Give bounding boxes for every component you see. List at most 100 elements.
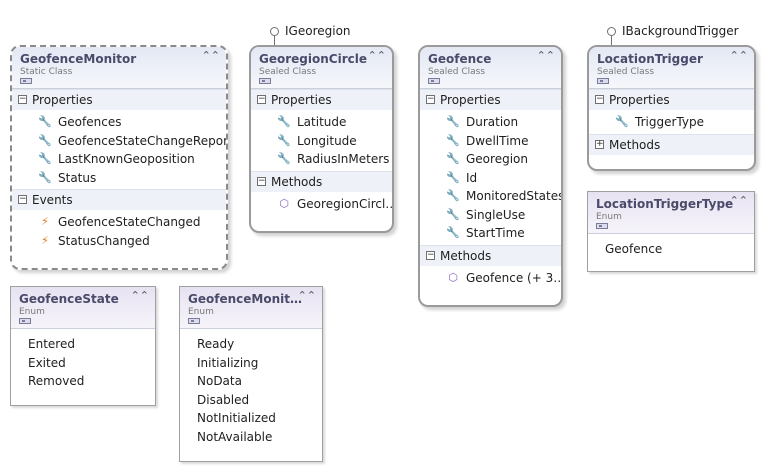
collapse-icon[interactable]: ⌃⌃ bbox=[537, 50, 555, 61]
property-name: Longitude bbox=[297, 133, 357, 148]
methods-section[interactable]: − Methods bbox=[251, 170, 392, 192]
enum-values: Geofence bbox=[588, 234, 754, 265]
enum-value[interactable]: NotAvailable bbox=[180, 428, 322, 447]
property-item[interactable]: 🔧 Georegion bbox=[420, 150, 561, 169]
collapse-icon[interactable]: ⌃⌃ bbox=[298, 290, 316, 301]
collapse-icon[interactable]: ⌃⌃ bbox=[202, 50, 220, 61]
enum-value[interactable]: NoData bbox=[180, 372, 322, 391]
property-item[interactable]: 🔧 LastKnownGeoposition bbox=[12, 150, 226, 169]
section-label: Properties bbox=[32, 93, 93, 107]
collapse-icon[interactable]: ⌃⌃ bbox=[730, 195, 748, 206]
wrench-icon: 🔧 bbox=[446, 207, 460, 221]
geofence-shape[interactable]: Geofence Sealed Class ⌃⌃ − Properties 🔧 D… bbox=[418, 45, 563, 307]
event-item[interactable]: ⚡ StatusChanged bbox=[12, 232, 226, 251]
property-item[interactable]: 🔧 StartTime bbox=[420, 224, 561, 243]
property-item[interactable]: 🔧 Id bbox=[420, 169, 561, 188]
properties-section[interactable]: − Properties bbox=[420, 89, 561, 110]
collapse-toggle-icon[interactable]: − bbox=[426, 95, 435, 104]
properties-section[interactable]: − Properties bbox=[251, 89, 392, 110]
expand-toggle-icon[interactable]: + bbox=[595, 139, 604, 149]
wrench-icon: 🔧 bbox=[446, 226, 460, 239]
enum-value[interactable]: Entered bbox=[11, 335, 155, 354]
method-item[interactable]: ⬡ GeoregionCircl… bbox=[251, 195, 392, 214]
property-item[interactable]: 🔧 RadiusInMeters bbox=[251, 150, 392, 169]
events-section[interactable]: − Events bbox=[12, 189, 226, 210]
class-icon bbox=[597, 78, 609, 84]
geofence-monitor-shape[interactable]: GeofenceMonitor Static Class ⌃⌃ − Proper… bbox=[10, 45, 228, 270]
properties-section[interactable]: − Properties bbox=[589, 89, 754, 110]
enum-value[interactable]: Removed bbox=[11, 372, 155, 391]
class-stereotype: Static Class bbox=[20, 67, 73, 77]
property-name: Duration bbox=[466, 115, 519, 129]
property-item[interactable]: 🔧 Status bbox=[12, 169, 226, 188]
enum-name: GeofenceState bbox=[19, 292, 119, 306]
interface-lollipop-icon bbox=[270, 27, 279, 36]
location-trigger-type-shape[interactable]: LocationTriggerType Enum ⌃⌃ Geofence bbox=[587, 191, 755, 272]
geofence-monitor-status-shape[interactable]: GeofenceMonit… Enum ⌃⌃ Ready Initializin… bbox=[179, 286, 323, 462]
methods-section[interactable]: + Methods bbox=[589, 133, 754, 155]
collapse-toggle-icon[interactable]: − bbox=[426, 250, 435, 260]
property-name: StartTime bbox=[466, 226, 525, 240]
property-item[interactable]: 🔧 Latitude bbox=[251, 113, 392, 132]
enum-value[interactable]: NotInitialized bbox=[180, 409, 322, 428]
section-label: Methods bbox=[271, 174, 323, 189]
event-name: GeofenceStateChanged bbox=[58, 215, 201, 229]
enum-stereotype: Enum bbox=[596, 212, 622, 222]
shape-header[interactable]: GeofenceMonitor Static Class ⌃⌃ bbox=[12, 47, 226, 89]
collapse-toggle-icon[interactable]: − bbox=[595, 95, 604, 104]
enum-name: GeofenceMonit… bbox=[188, 292, 302, 306]
shape-header[interactable]: Geofence Sealed Class ⌃⌃ bbox=[420, 47, 561, 89]
section-label: Properties bbox=[440, 93, 501, 107]
shape-header[interactable]: LocationTrigger Sealed Class ⌃⌃ bbox=[589, 47, 754, 89]
property-name: RadiusInMeters bbox=[297, 152, 390, 166]
methods-section[interactable]: − Methods bbox=[420, 244, 561, 266]
enum-value[interactable]: Geofence bbox=[588, 240, 754, 259]
interface-lollipop-icon bbox=[607, 27, 616, 36]
shape-header[interactable]: GeofenceState Enum ⌃⌃ bbox=[11, 287, 155, 329]
collapse-icon[interactable]: ⌃⌃ bbox=[730, 50, 748, 61]
enum-value[interactable]: Disabled bbox=[180, 391, 322, 410]
lightning-icon: ⚡ bbox=[41, 215, 49, 228]
property-item[interactable]: 🔧 Geofences bbox=[12, 113, 226, 132]
enum-values: Ready Initializing NoData Disabled NotIn… bbox=[180, 329, 322, 452]
property-item[interactable]: 🔧 GeofenceStateChangeReports bbox=[12, 132, 226, 151]
enum-value[interactable]: Initializing bbox=[180, 354, 322, 373]
shape-header[interactable]: LocationTriggerType Enum ⌃⌃ bbox=[588, 192, 754, 234]
class-name: GeofenceMonitor bbox=[20, 52, 137, 66]
property-name: SingleUse bbox=[466, 207, 526, 222]
class-name: GeoregionCircle bbox=[259, 52, 367, 66]
enum-value[interactable]: Exited bbox=[11, 354, 155, 373]
property-item[interactable]: 🔧 Duration bbox=[420, 113, 561, 132]
shape-header[interactable]: GeoregionCircle Sealed Class ⌃⌃ bbox=[251, 47, 392, 89]
event-item[interactable]: ⚡ GeofenceStateChanged bbox=[12, 213, 226, 232]
interface-label: IGeoregion bbox=[285, 24, 351, 38]
collapse-icon[interactable]: ⌃⌃ bbox=[131, 290, 149, 301]
wrench-icon: 🔧 bbox=[38, 115, 52, 128]
property-item[interactable]: 🔧 TriggerType bbox=[589, 113, 754, 132]
property-name: Geofences bbox=[58, 115, 122, 129]
collapse-toggle-icon[interactable]: − bbox=[18, 95, 27, 104]
shape-header[interactable]: GeofenceMonit… Enum ⌃⌃ bbox=[180, 287, 322, 329]
property-name: GeofenceStateChangeReports bbox=[58, 133, 228, 148]
property-item[interactable]: 🔧 DwellTime bbox=[420, 132, 561, 151]
enum-icon bbox=[19, 318, 31, 324]
property-item[interactable]: 🔧 Longitude bbox=[251, 132, 392, 151]
georegion-circle-shape[interactable]: GeoregionCircle Sealed Class ⌃⌃ − Proper… bbox=[249, 45, 394, 233]
cube-icon: ⬡ bbox=[279, 196, 289, 210]
section-label: Methods bbox=[609, 137, 661, 152]
property-item[interactable]: 🔧 SingleUse bbox=[420, 206, 561, 225]
geofence-state-shape[interactable]: GeofenceState Enum ⌃⌃ Entered Exited Rem… bbox=[10, 286, 156, 406]
collapse-toggle-icon[interactable]: − bbox=[257, 95, 266, 104]
property-item[interactable]: 🔧 MonitoredStates bbox=[420, 187, 561, 206]
wrench-icon: 🔧 bbox=[446, 133, 460, 147]
location-trigger-shape[interactable]: LocationTrigger Sealed Class ⌃⌃ − Proper… bbox=[587, 45, 756, 171]
collapse-toggle-icon[interactable]: − bbox=[257, 176, 266, 186]
collapse-toggle-icon[interactable]: − bbox=[18, 195, 27, 204]
enum-value[interactable]: Ready bbox=[180, 335, 322, 354]
collapse-icon[interactable]: ⌃⌃ bbox=[368, 50, 386, 61]
class-icon bbox=[20, 78, 32, 84]
lightning-icon: ⚡ bbox=[41, 233, 49, 247]
class-icon bbox=[428, 78, 440, 84]
method-item[interactable]: ⬡ Geofence (+ 3… bbox=[420, 269, 561, 288]
properties-section[interactable]: − Properties bbox=[12, 89, 226, 110]
